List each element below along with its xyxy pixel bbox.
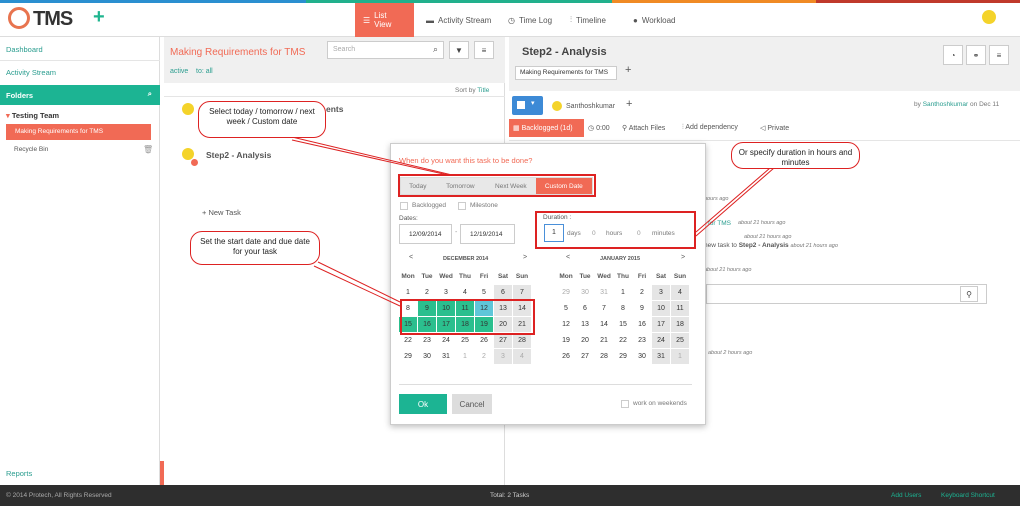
callout-arrow [317, 261, 401, 303]
annotation-arrows [291, 136, 775, 307]
keyboard-shortcut-link[interactable]: Keyboard Shortcut [941, 492, 995, 499]
callout-arrow [695, 167, 771, 233]
callout-duration: Or specify duration in hours and minutes [731, 142, 860, 169]
callout-arrow [291, 139, 449, 176]
add-users-link[interactable]: Add Users [891, 492, 921, 499]
callout-start-due: Set the start date and due date for your… [190, 231, 320, 265]
copyright: © 2014 Protech, All Rights Reserved [6, 492, 112, 499]
callout-arrow [695, 167, 775, 237]
callout-arrow [313, 265, 401, 307]
total-tasks: Total: 2 Tasks [490, 492, 530, 499]
callout-date-presets: Select today / tomorrow / next week / Cu… [198, 101, 326, 138]
callout-arrow [291, 136, 453, 176]
